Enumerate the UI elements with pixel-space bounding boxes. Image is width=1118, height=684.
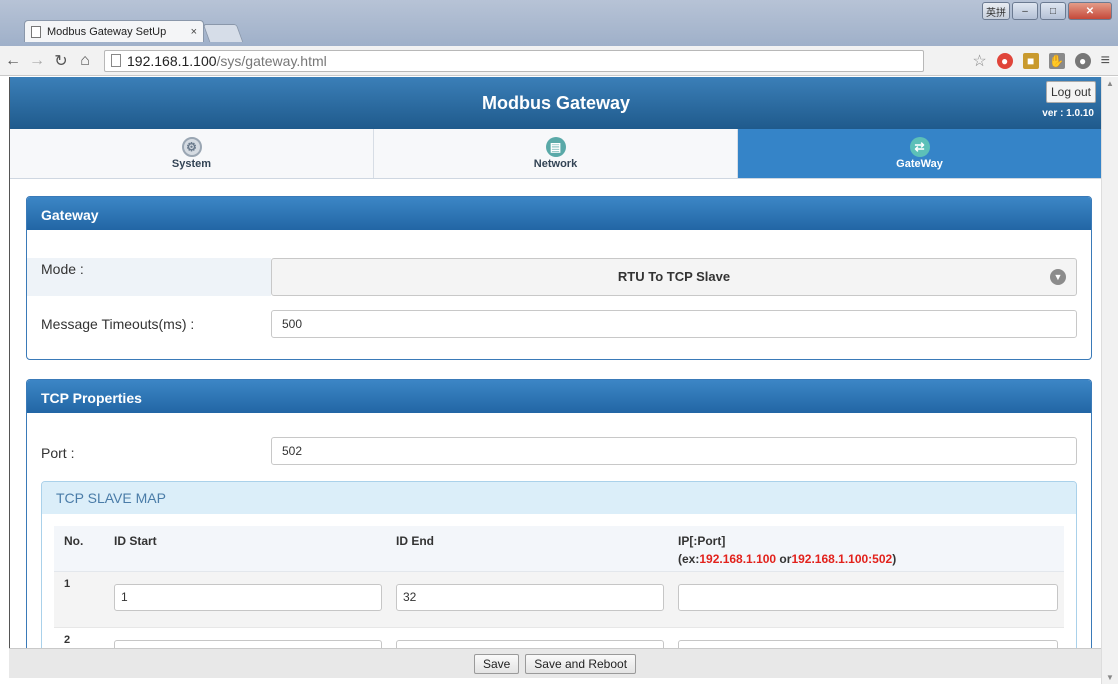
forward-icon[interactable]: → xyxy=(26,52,48,70)
browser-toolbar: ← → ↻ ⌂ 192.168.1.100/sys/gateway.html ☆… xyxy=(0,46,1118,76)
tcp-panel-title: TCP Properties xyxy=(27,380,1091,413)
mode-label: Mode : xyxy=(27,258,271,296)
row-number: 1 xyxy=(64,578,71,590)
id-end-input[interactable]: 64 xyxy=(396,640,664,648)
save-and-reboot-button[interactable]: Save and Reboot xyxy=(525,653,637,674)
reload-icon[interactable]: ↻ xyxy=(50,51,72,71)
minimize-button[interactable]: – xyxy=(1012,2,1038,20)
id-end-input[interactable]: 32 xyxy=(396,584,664,611)
mode-row: Mode : RTU To TCP Slave ▼ xyxy=(27,258,1091,296)
extension-icon[interactable]: ■ xyxy=(1022,52,1039,69)
ip-port-input[interactable] xyxy=(678,640,1058,648)
back-icon[interactable]: ← xyxy=(2,52,24,70)
version-label: ver : 1.0.10 xyxy=(1042,108,1094,119)
hint-ip-port: 192.168.1.100:502 xyxy=(791,552,893,566)
id-start-input[interactable]: 1 xyxy=(114,584,382,611)
window-left-edge xyxy=(0,77,9,684)
gateway-panel: Gateway Mode : RTU To TCP Slave ▼ Messag… xyxy=(26,196,1092,360)
tcp-slave-map-title: TCP SLAVE MAP xyxy=(42,482,1076,514)
col-id-end: ID End xyxy=(396,534,434,548)
network-icon: ▤ xyxy=(545,137,566,157)
mode-select[interactable]: RTU To TCP Slave ▼ xyxy=(271,258,1077,296)
gateway-swap-icon: ⇄ xyxy=(909,137,930,157)
main-nav: ⚙ System ▤ Network ⇄ GateWay xyxy=(10,129,1101,179)
hint-or: or xyxy=(776,552,792,566)
window-bottom-edge xyxy=(0,678,1101,684)
menu-icon[interactable]: ≡ xyxy=(1101,52,1110,70)
document-icon xyxy=(111,54,121,67)
col-no: No. xyxy=(64,534,84,548)
tab-gateway-label: GateWay xyxy=(896,158,943,170)
ime-indicator[interactable]: 英拼 xyxy=(982,2,1010,20)
table-row: 2 33 64 xyxy=(54,628,1064,648)
chevron-down-icon: ▼ xyxy=(1050,269,1066,285)
page-title: Modbus Gateway xyxy=(481,93,631,113)
adblock-icon[interactable]: ● xyxy=(996,52,1013,69)
close-tab-icon[interactable]: × xyxy=(191,26,197,38)
window-controls: 英拼 – □ ✕ xyxy=(982,2,1112,20)
table-header: No. ID Start ID End IP[:Port] (ex:192.16… xyxy=(54,526,1064,572)
scroll-up-icon[interactable]: ▲ xyxy=(1106,79,1114,88)
toolbar-extensions: ☆ ● ■ ✋ ● ≡ xyxy=(972,51,1110,71)
col-ip-label: IP[:Port] xyxy=(678,534,726,548)
logout-button[interactable]: Log out xyxy=(1046,81,1096,103)
tab-network-label: Network xyxy=(533,158,578,170)
ip-port-input[interactable] xyxy=(678,584,1058,611)
tab-network[interactable]: ▤ Network xyxy=(374,129,738,178)
url-host: 192.168.1.100 xyxy=(127,52,217,69)
id-start-input[interactable]: 33 xyxy=(114,640,382,648)
hint-ip: 192.168.1.100 xyxy=(699,552,777,566)
close-window-button[interactable]: ✕ xyxy=(1068,2,1112,20)
maximize-button[interactable]: □ xyxy=(1040,2,1066,20)
port-row: Port : 502 xyxy=(27,437,1091,465)
row-number: 2 xyxy=(64,634,71,646)
timeout-input[interactable]: 500 xyxy=(271,310,1077,338)
account-icon[interactable]: ● xyxy=(1074,52,1091,69)
hint-suffix: ) xyxy=(892,552,897,566)
tab-title: Modbus Gateway SetUp xyxy=(47,25,167,38)
col-ip: IP[:Port] (ex:192.168.1.100 or192.168.1.… xyxy=(678,534,896,566)
home-icon[interactable]: ⌂ xyxy=(74,52,96,70)
hand-extension-icon[interactable]: ✋ xyxy=(1048,52,1065,69)
browser-titlebar: Modbus Gateway SetUp × 英拼 – □ ✕ xyxy=(0,0,1118,46)
tab-system-label: System xyxy=(171,158,212,170)
tab-gateway[interactable]: ⇄ GateWay xyxy=(738,129,1101,178)
new-tab-button[interactable] xyxy=(202,24,244,42)
scroll-down-icon[interactable]: ▼ xyxy=(1106,673,1114,682)
slave-map-table: No. ID Start ID End IP[:Port] (ex:192.16… xyxy=(54,526,1064,648)
table-row: 1 1 32 xyxy=(54,572,1064,628)
tcp-slave-map: TCP SLAVE MAP No. ID Start ID End IP[:Po… xyxy=(41,481,1077,648)
col-id-start: ID Start xyxy=(114,534,157,548)
tab-system[interactable]: ⚙ System xyxy=(10,129,374,178)
web-page: Modbus Gateway Log out ver : 1.0.10 ⚙ Sy… xyxy=(9,77,1101,648)
url-path: /sys/gateway.html xyxy=(216,52,327,69)
port-label: Port : xyxy=(41,445,75,461)
app-header: Modbus Gateway Log out ver : 1.0.10 xyxy=(10,77,1101,129)
browser-tab[interactable]: Modbus Gateway SetUp × xyxy=(24,20,204,42)
bookmark-star-icon[interactable]: ☆ xyxy=(972,51,986,71)
port-input[interactable]: 502 xyxy=(271,437,1077,465)
timeout-label: Message Timeouts(ms) : xyxy=(41,316,195,332)
mode-value: RTU To TCP Slave xyxy=(617,269,731,284)
timeout-row: Message Timeouts(ms) : 500 xyxy=(27,310,1091,338)
page-icon xyxy=(31,25,41,38)
page-scrollbar[interactable]: ▲ ▼ xyxy=(1101,77,1118,684)
address-bar[interactable]: 192.168.1.100/sys/gateway.html xyxy=(104,49,924,72)
hint-prefix: (ex: xyxy=(678,552,700,566)
gateway-panel-title: Gateway xyxy=(27,197,1091,230)
gear-icon: ⚙ xyxy=(181,137,202,157)
ip-format-hint: (ex:192.168.1.100 or192.168.1.100:502) xyxy=(678,552,896,566)
tcp-panel: TCP Properties Port : 502 TCP SLAVE MAP … xyxy=(26,379,1092,648)
save-button[interactable]: Save xyxy=(473,653,520,674)
footer-bar: Save Save and Reboot xyxy=(9,648,1101,678)
